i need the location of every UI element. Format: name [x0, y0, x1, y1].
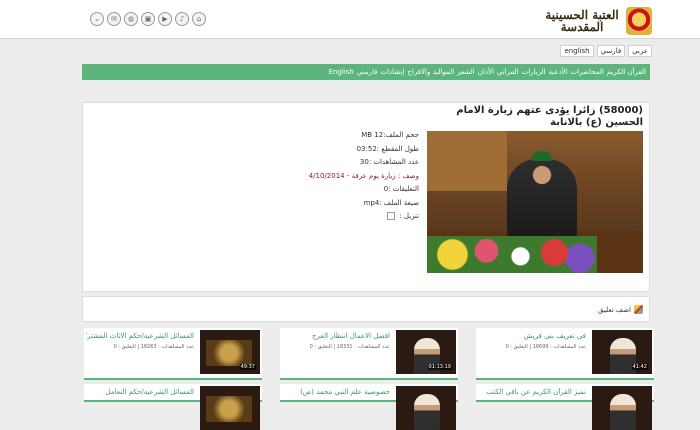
- card-thumbnail[interactable]: 49:37: [200, 330, 260, 374]
- view-count: عدد المشاهدات :30: [359, 158, 419, 166]
- related-video-card[interactable]: خصوصية علم النبي محمد (ص): [280, 384, 458, 430]
- video-thumbnail[interactable]: [427, 131, 643, 273]
- home-icon[interactable]: ⌂: [192, 12, 206, 26]
- image-icon[interactable]: ▣: [141, 12, 155, 26]
- nav-farsi[interactable]: فارسي: [357, 68, 378, 76]
- emblem-icon: [626, 7, 652, 35]
- related-video-card[interactable]: 41:42 في تعريف بني قريش عدد المشاهدات : …: [476, 328, 654, 380]
- nav-english[interactable]: English: [329, 68, 354, 76]
- related-video-card[interactable]: 49:37 المسائل الشرعية/حكم الاثاث المشترك…: [84, 328, 262, 380]
- add-comment-button[interactable]: اضف تعليق: [598, 305, 643, 314]
- video-panel: (58000) زائرا يؤدى عتهم زيارة الامام الح…: [82, 102, 650, 292]
- nav-supplications[interactable]: الأدعية: [549, 68, 568, 76]
- card-meta: عدد المشاهدات : 18263 | التعليق : 0: [113, 344, 194, 350]
- card-title[interactable]: خصوصية علم النبي محمد (ص): [282, 388, 390, 396]
- nav-quran[interactable]: القرآن الكريم: [607, 68, 646, 76]
- duration: طول المقطع :03:52: [356, 144, 419, 153]
- card-title[interactable]: تميز القرآن الكريم عن باقي الكتب: [478, 388, 586, 396]
- card-title[interactable]: المسائل الشرعية/حكم التعامل: [86, 388, 194, 396]
- card-meta: عدد المشاهدات : 18699 | التعليق : 0: [505, 344, 586, 350]
- related-video-card[interactable]: المسائل الشرعية/حكم التعامل: [84, 384, 262, 430]
- download-label: تنزيل :: [399, 212, 419, 220]
- card-meta: عدد المشاهدات : 18331 | التعليق : 0: [309, 344, 390, 350]
- video-info: حجم الملف:12 MB طول المقطع :03:52 عدد ال…: [269, 129, 419, 224]
- nav-poetry[interactable]: الشعر: [457, 68, 475, 76]
- comment-bar: اضف تعليق: [82, 296, 650, 322]
- file-size: حجم الملف:12 MB: [361, 131, 419, 139]
- card-thumbnail[interactable]: [592, 386, 652, 430]
- audio-icon[interactable]: ♪: [175, 12, 189, 26]
- card-duration: 49:37: [239, 364, 256, 370]
- site-header: العتبة الحسينية المقدسة ⌄ ✉ ◍ ▣ ▶ ♪ ⌂: [0, 0, 700, 39]
- mail-icon[interactable]: ✉: [107, 12, 121, 26]
- nav-ziyarat[interactable]: الزيارات: [522, 68, 546, 76]
- logo-text: العتبة الحسينية المقدسة: [545, 8, 619, 34]
- nav-anthems[interactable]: إنشادات: [380, 68, 404, 76]
- card-duration: 01:13:19: [427, 364, 452, 370]
- card-title[interactable]: المسائل الشرعية/حكم الاثاث المشتركة: [86, 332, 194, 340]
- nav-lectures[interactable]: المحاضرات: [571, 68, 604, 76]
- download-icon[interactable]: [387, 212, 395, 220]
- top-icons: ⌄ ✉ ◍ ▣ ▶ ♪ ⌂: [90, 12, 206, 26]
- card-thumbnail[interactable]: 41:42: [592, 330, 652, 374]
- card-thumbnail[interactable]: [200, 386, 260, 430]
- language-switcher: عربي فارسي english: [560, 45, 652, 57]
- add-comment-label: اضف تعليق: [598, 305, 631, 314]
- description: وصف : زيارة يوم عرفة - 4/10/2014: [308, 171, 419, 180]
- video-icon[interactable]: ▶: [158, 12, 172, 26]
- site-logo[interactable]: العتبة الحسينية المقدسة: [542, 6, 652, 36]
- comment-count: التعليقات :0: [383, 185, 419, 193]
- video-title: (58000) زائرا يؤدى عتهم زيارة الامام الح…: [456, 105, 643, 128]
- card-title[interactable]: افضل الاعمال انتظار الفرج: [282, 332, 390, 340]
- related-video-card[interactable]: تميز القرآن الكريم عن باقي الكتب: [476, 384, 654, 430]
- main-nav: القرآن الكريم المحاضرات الأدعية الزيارات…: [82, 64, 650, 80]
- card-thumbnail[interactable]: [396, 386, 456, 430]
- download-row: تنزيل :: [269, 210, 419, 224]
- card-thumbnail[interactable]: 01:13:19: [396, 330, 456, 374]
- nav-adhan[interactable]: الأذان: [478, 68, 494, 76]
- card-title[interactable]: في تعريف بني قريش: [478, 332, 586, 340]
- nav-elegies[interactable]: المراثي: [497, 68, 519, 76]
- globe-icon[interactable]: ◍: [124, 12, 138, 26]
- chevron-down-icon[interactable]: ⌄: [90, 12, 104, 26]
- nav-celebrations[interactable]: المواليد والافراح: [407, 68, 454, 76]
- pencil-icon: [634, 305, 643, 314]
- card-duration: 41:42: [631, 364, 648, 370]
- lang-arabic[interactable]: عربي: [628, 45, 652, 57]
- file-format: صيغة الملف :mp4: [363, 198, 419, 207]
- related-video-card[interactable]: 01:13:19 افضل الاعمال انتظار الفرج عدد ا…: [280, 328, 458, 380]
- lang-english[interactable]: english: [560, 45, 594, 57]
- lang-farsi[interactable]: فارسي: [596, 45, 626, 57]
